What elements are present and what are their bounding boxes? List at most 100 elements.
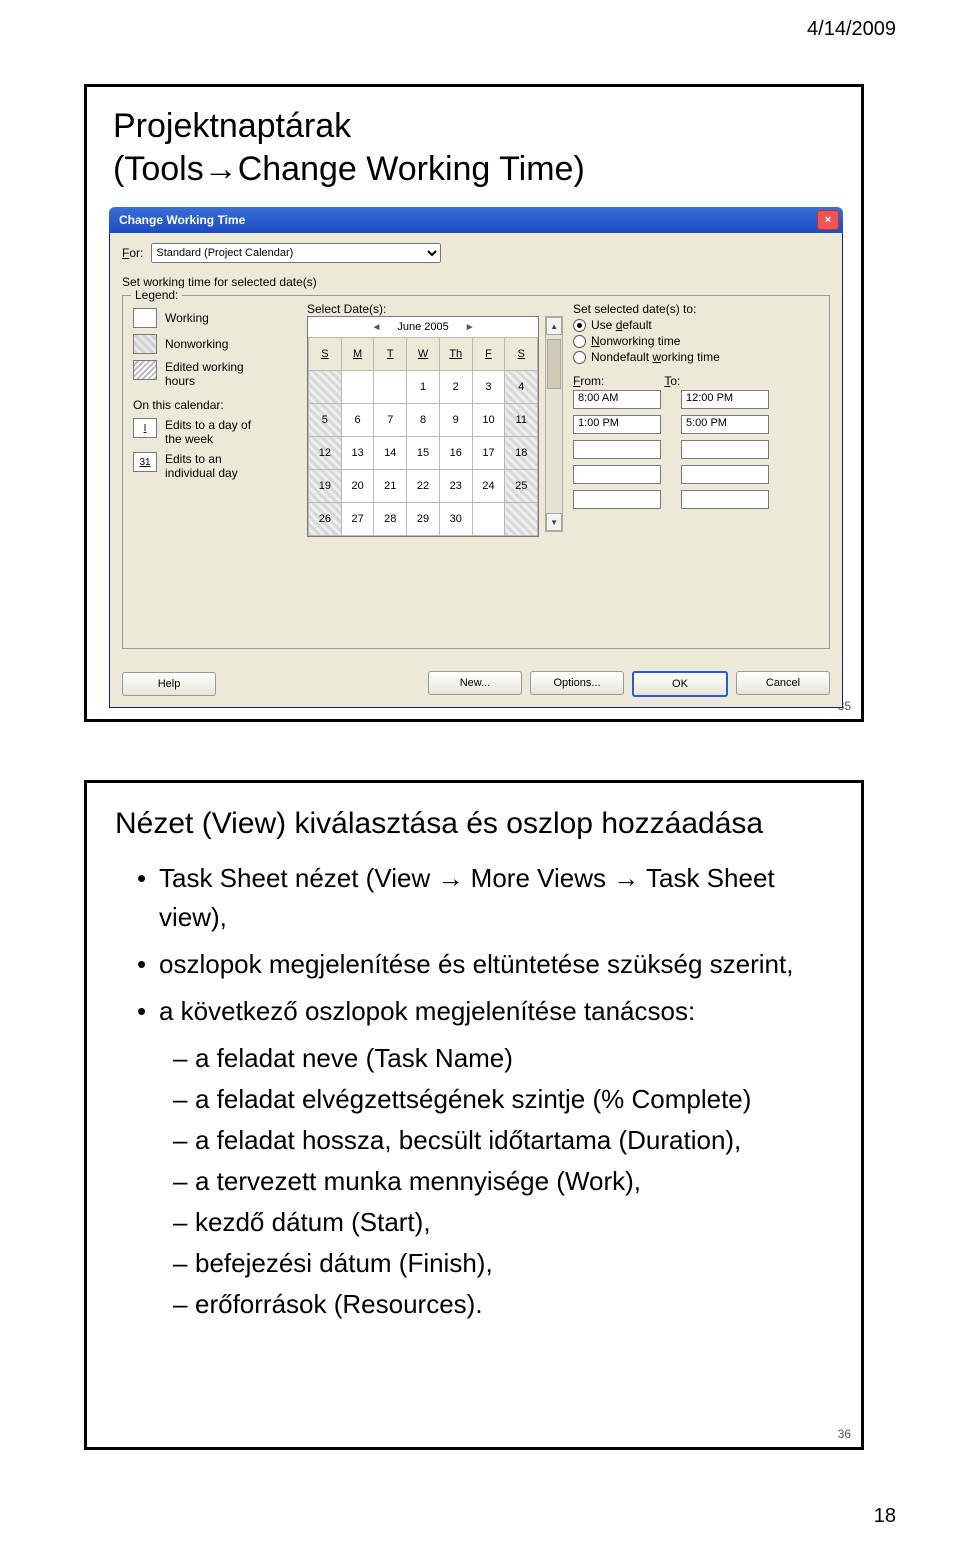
cal-cell[interactable]: 24 — [472, 470, 505, 503]
to-time-3[interactable] — [681, 440, 769, 459]
cal-cell[interactable]: 10 — [472, 404, 505, 437]
cancel-button[interactable]: Cancel — [736, 671, 830, 695]
to-time-5[interactable] — [681, 490, 769, 509]
dow-w[interactable]: W — [407, 338, 440, 371]
time-row-1: 8:00 AM 12:00 PM — [573, 390, 821, 409]
cal-cell[interactable]: 15 — [407, 437, 440, 470]
edits-individual-day-text: Edits to an individual day — [165, 452, 238, 480]
dialog-title: Change Working Time — [113, 213, 245, 227]
legend-nonworking: Nonworking — [133, 334, 293, 354]
change-working-time-dialog: Change Working Time × For: Standard (Pro… — [109, 207, 843, 707]
cal-cell[interactable]: 21 — [374, 470, 407, 503]
slide-1-title-line1: Projektnaptárak — [113, 105, 585, 148]
from-time-2[interactable]: 1:00 PM — [573, 415, 661, 434]
dow-s2[interactable]: S — [505, 338, 538, 371]
cal-cell[interactable] — [472, 503, 505, 536]
dow-s[interactable]: S — [309, 338, 342, 371]
cal-cell[interactable]: 20 — [341, 470, 374, 503]
cal-cell[interactable]: 17 — [472, 437, 505, 470]
cal-cell[interactable]: 7 — [374, 404, 407, 437]
cal-cell[interactable]: 14 — [374, 437, 407, 470]
radio-icon[interactable] — [573, 351, 586, 364]
page: 4/14/2009 18 35 Projektnaptárak (Tools→C… — [0, 0, 960, 1546]
to-label: To: — [664, 374, 680, 388]
cal-row: 19202122232425 — [309, 470, 538, 503]
chevron-left-icon[interactable]: ◄ — [371, 322, 381, 333]
cal-cell[interactable]: 23 — [439, 470, 472, 503]
cal-cell[interactable]: 18 — [505, 437, 538, 470]
from-time-5[interactable] — [573, 490, 661, 509]
from-time-1[interactable]: 8:00 AM — [573, 390, 661, 409]
dow-f[interactable]: F — [472, 338, 505, 371]
to-time-2[interactable]: 5:00 PM — [681, 415, 769, 434]
cal-cell[interactable]: 3 — [472, 371, 505, 404]
calendar-table: S M T W Th F S 1234 — [308, 337, 538, 536]
bullet-2d: a tervezett munka mennyisége (Work), — [173, 1162, 831, 1201]
radio-nondefault[interactable]: Nondefault working time — [573, 350, 821, 364]
slide-2-bullets: Task Sheet nézet (View → More Views → Ta… — [137, 859, 831, 1324]
cal-cell[interactable]: 2 — [439, 371, 472, 404]
for-select[interactable]: Standard (Project Calendar) — [151, 243, 441, 263]
cal-cell[interactable]: 4 — [505, 371, 538, 404]
legend-working-text: Working — [165, 311, 209, 325]
cal-cell[interactable] — [505, 503, 538, 536]
cal-cell[interactable]: 5 — [309, 404, 342, 437]
radio-icon[interactable] — [573, 335, 586, 348]
calendar-month-label: June 2005 — [397, 321, 448, 333]
slide-1-title-line2: (Tools→Change Working Time) — [113, 148, 585, 191]
radio-use-default[interactable]: Use default — [573, 318, 821, 332]
scroll-thumb[interactable] — [547, 339, 561, 389]
cal-cell[interactable]: 29 — [407, 503, 440, 536]
calendar-dow-row: S M T W Th F S — [309, 338, 538, 371]
from-time-3[interactable] — [573, 440, 661, 459]
to-time-1[interactable]: 12:00 PM — [681, 390, 769, 409]
ok-button[interactable]: OK — [632, 671, 728, 697]
cal-cell[interactable]: 30 — [439, 503, 472, 536]
cal-cell[interactable]: 11 — [505, 404, 538, 437]
cal-cell[interactable]: 1 — [407, 371, 440, 404]
legend-edits-day-of-week: I Edits to a day of the week — [133, 418, 293, 446]
cal-cell[interactable]: 22 — [407, 470, 440, 503]
new-button[interactable]: New... — [428, 671, 522, 695]
cal-row: 567891011 — [309, 404, 538, 437]
options-button[interactable]: Options... — [530, 671, 624, 695]
cal-cell[interactable] — [309, 371, 342, 404]
dow-t[interactable]: T — [374, 338, 407, 371]
calendar-scrollbar[interactable]: ▲ ▼ — [545, 316, 563, 532]
radio-nondefault-label: Nondefault working time — [591, 350, 720, 364]
radio-icon[interactable] — [573, 319, 586, 332]
day-of-week-box-icon: I — [133, 418, 157, 438]
cal-cell[interactable]: 8 — [407, 404, 440, 437]
cal-cell[interactable]: 13 — [341, 437, 374, 470]
from-time-4[interactable] — [573, 465, 661, 484]
legend-edits-individual-day: 31 Edits to an individual day — [133, 452, 293, 480]
bullet-2f: befejezési dátum (Finish), — [173, 1244, 831, 1283]
chevron-right-icon[interactable]: ► — [465, 322, 475, 333]
cal-cell[interactable]: 25 — [505, 470, 538, 503]
cal-cell[interactable]: 19 — [309, 470, 342, 503]
dow-th[interactable]: Th — [439, 338, 472, 371]
bullet-2a: a feladat neve (Task Name) — [173, 1039, 831, 1078]
scroll-down-icon[interactable]: ▼ — [546, 513, 562, 531]
to-time-4[interactable] — [681, 465, 769, 484]
cal-cell[interactable] — [341, 371, 374, 404]
bullet-2g: erőforrások (Resources). — [173, 1285, 831, 1324]
scroll-up-icon[interactable]: ▲ — [546, 317, 562, 335]
cal-cell[interactable]: 12 — [309, 437, 342, 470]
dow-m[interactable]: M — [341, 338, 374, 371]
dialog-titlebar[interactable]: Change Working Time × — [109, 207, 843, 233]
cal-cell[interactable] — [374, 371, 407, 404]
close-icon[interactable]: × — [817, 210, 839, 230]
cal-cell[interactable]: 28 — [374, 503, 407, 536]
cal-cell[interactable]: 26 — [309, 503, 342, 536]
calendar-column: Select Date(s): ◄ June 2005 ► — [307, 302, 563, 640]
cal-cell[interactable]: 16 — [439, 437, 472, 470]
help-button[interactable]: Help — [122, 672, 216, 696]
cal-cell[interactable]: 9 — [439, 404, 472, 437]
calendar-grid[interactable]: ◄ June 2005 ► S M T W — [307, 316, 539, 537]
cal-cell[interactable]: 6 — [341, 404, 374, 437]
from-label: From: — [573, 374, 604, 388]
date-group: Legend: Working Nonworking — [122, 295, 830, 649]
cal-cell[interactable]: 27 — [341, 503, 374, 536]
radio-nonworking[interactable]: Nonworking time — [573, 334, 821, 348]
